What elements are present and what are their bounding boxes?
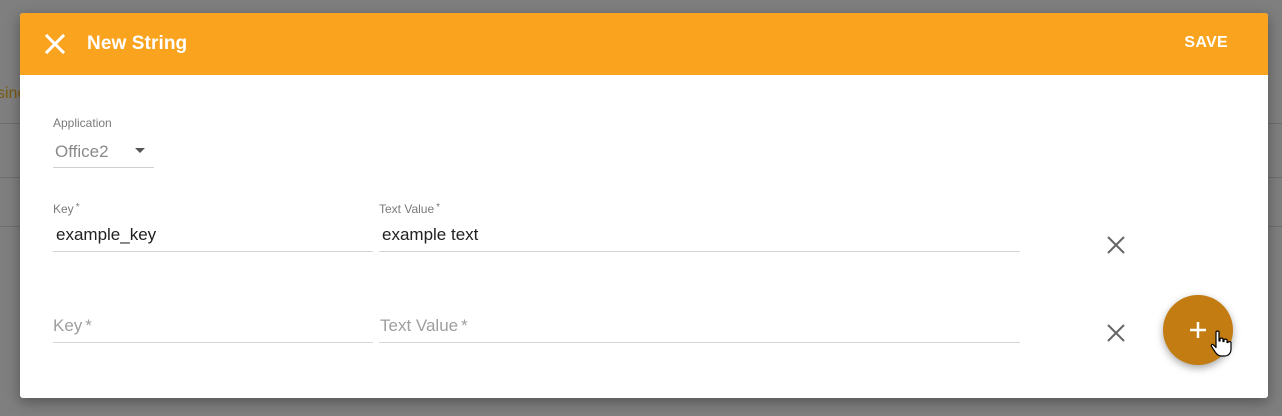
required-mark: * — [85, 316, 92, 335]
close-icon — [44, 33, 66, 55]
text-value-label-text: Text Value — [379, 202, 435, 216]
key-label-text: Key — [53, 202, 74, 216]
key-input-empty[interactable]: Key * — [53, 312, 373, 343]
key-placeholder: Key * — [53, 316, 92, 336]
text-value-input[interactable]: example text — [379, 221, 1020, 252]
remove-row-button[interactable] — [1104, 233, 1128, 257]
key-input[interactable]: example_key — [53, 221, 373, 252]
dialog-header: New String SAVE — [20, 13, 1268, 75]
application-select-value: Office2 — [55, 142, 109, 161]
plus-icon — [1190, 322, 1206, 338]
required-mark: * — [75, 202, 80, 213]
close-button[interactable] — [42, 31, 68, 57]
save-button[interactable]: SAVE — [1184, 34, 1228, 52]
dialog-title: New String — [87, 33, 188, 54]
text-value-placeholder: Text Value * — [380, 316, 468, 336]
text-value-label: Text Value * — [379, 202, 440, 216]
caret-down-icon — [135, 148, 145, 153]
remove-row-button[interactable] — [1104, 321, 1128, 345]
key-label: Key * — [53, 202, 80, 216]
text-value-input-value: example text — [382, 225, 479, 244]
close-icon — [1107, 236, 1125, 254]
key-input-value: example_key — [56, 225, 157, 244]
required-mark: * — [436, 202, 441, 213]
required-mark: * — [461, 316, 468, 335]
application-select[interactable]: Office2 — [53, 137, 154, 168]
application-label: Application — [53, 116, 112, 130]
hand-cursor-icon — [1210, 330, 1232, 357]
text-value-placeholder-text: Text Value — [380, 316, 459, 335]
key-placeholder-text: Key — [53, 316, 83, 335]
close-icon — [1107, 324, 1125, 342]
text-value-input-empty[interactable]: Text Value * — [379, 312, 1020, 343]
new-string-dialog: New String SAVE Application Office2 Key *… — [20, 13, 1268, 398]
